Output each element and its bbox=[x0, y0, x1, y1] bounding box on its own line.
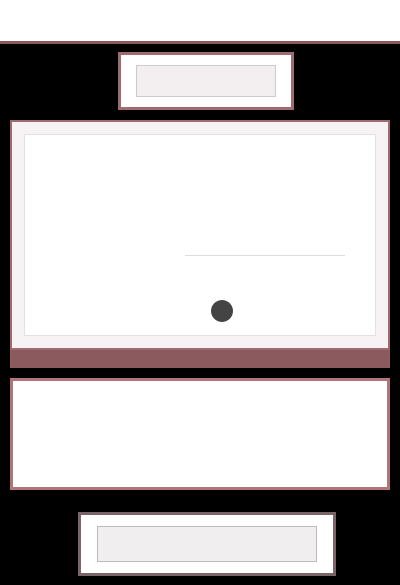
section-divider bbox=[10, 350, 390, 368]
banner-title bbox=[23, 391, 377, 425]
bottom-action-pad bbox=[78, 512, 336, 576]
content-card bbox=[24, 134, 376, 336]
main-panel bbox=[10, 120, 390, 350]
field-value[interactable] bbox=[185, 253, 345, 256]
banner bbox=[10, 378, 390, 490]
action-button-icon[interactable] bbox=[211, 300, 233, 322]
bottom-action-button[interactable] bbox=[97, 526, 317, 562]
top-navigation-bar bbox=[0, 0, 400, 44]
top-action-button[interactable] bbox=[136, 65, 276, 97]
top-action-pad bbox=[118, 52, 294, 110]
